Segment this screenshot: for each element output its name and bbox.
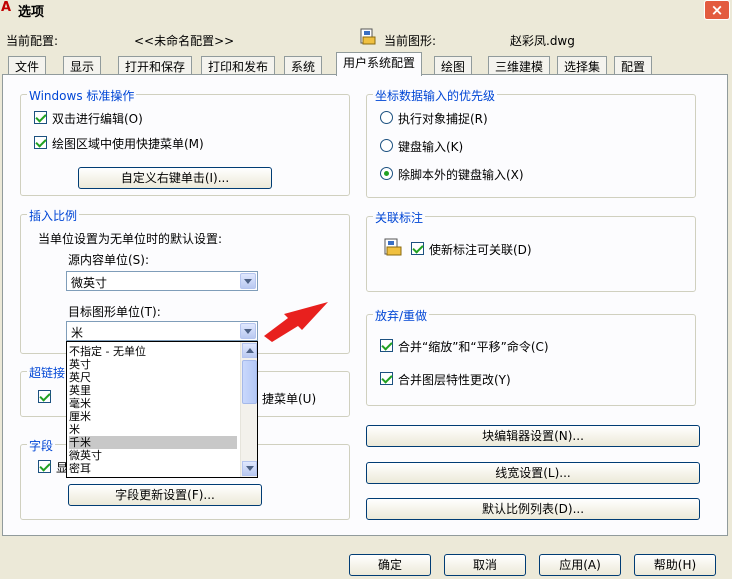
assoc-dim-label: 使新标注可关联(D) (429, 243, 532, 257)
tab-profiles[interactable]: 配置 (614, 56, 653, 75)
shortcut-menu-label: 绘图区域中使用快捷菜单(M) (52, 137, 204, 151)
insert-scale-desc: 当单位设置为无单位时的默认设置: (38, 232, 223, 246)
custom-right-click-button[interactable]: 自定义右键单击(I)... (78, 167, 272, 189)
chevron-down-icon[interactable] (240, 273, 256, 289)
current-profile-value: <<未命名配置>> (134, 34, 235, 48)
source-units-select[interactable]: 微英寸 (66, 271, 258, 291)
scroll-down-icon[interactable] (242, 461, 257, 476)
coord-priority-title: 坐标数据输入的优先级 (373, 87, 498, 104)
tab-open-save[interactable]: 打开和保存 (118, 56, 193, 75)
dropdown-option[interactable]: 英寸 (69, 358, 237, 371)
dropdown-option[interactable]: 厘米 (69, 410, 237, 423)
coord-keyboard-radio[interactable] (380, 139, 393, 152)
dropdown-option[interactable]: 毫米 (69, 397, 237, 410)
source-units-label: 源内容单位(S): (68, 253, 150, 267)
hyperlink-title: 超链接 (27, 364, 68, 381)
insert-scale-title: 插入比例 (27, 207, 80, 224)
windows-ops-title: Windows 标准操作 (27, 87, 137, 104)
current-drawing-value: 赵彩凤.dwg (510, 34, 575, 48)
dropdown-option[interactable]: 密耳 (69, 462, 237, 475)
combine-layer-changes-checkbox[interactable] (380, 372, 393, 385)
target-units-select[interactable]: 米 (66, 321, 258, 341)
ok-button[interactable]: 确定 (349, 554, 431, 576)
undo-redo-group: 放弃/重做 (366, 307, 696, 406)
title-bar: A 选项 × (0, 0, 732, 22)
dropdown-option[interactable]: 不指定 - 无单位 (69, 345, 237, 358)
dropdown-option[interactable]: 英里 (69, 384, 237, 397)
block-editor-settings-button[interactable]: 块编辑器设置(N)... (366, 425, 700, 447)
shortcut-menu-checkbox[interactable] (34, 136, 47, 149)
target-units-dropdown[interactable]: 不指定 - 无单位 英寸 英尺 英里 毫米 厘米 米 千米 微英寸 密耳 (66, 341, 258, 478)
red-arrow-icon (264, 302, 328, 342)
combine-zoom-pan-checkbox[interactable] (380, 339, 393, 352)
fields-title: 字段 (27, 437, 56, 454)
tab-user-preferences[interactable]: 用户系统配置 (336, 52, 423, 76)
cancel-button[interactable]: 取消 (444, 554, 526, 576)
tab-selection[interactable]: 选择集 (557, 56, 608, 75)
source-units-value: 微英寸 (71, 276, 108, 290)
fields-checkbox[interactable] (38, 460, 51, 473)
chevron-down-icon[interactable] (240, 323, 256, 339)
hyperlink-checkbox[interactable] (38, 390, 51, 403)
tab-drafting[interactable]: 绘图 (434, 56, 473, 75)
window-title: 选项 (18, 5, 45, 20)
dblclick-edit-label: 双击进行编辑(O) (52, 112, 143, 126)
dblclick-edit-checkbox[interactable] (34, 111, 47, 124)
tab-system[interactable]: 系统 (284, 56, 323, 75)
dropdown-option-selected[interactable]: 千米 (69, 436, 237, 449)
coord-keyboard-except-scripts-label: 除脚本外的键盘输入(X) (398, 168, 524, 182)
coord-osnap-label: 执行对象捕捉(R) (398, 112, 488, 126)
scroll-up-icon[interactable] (242, 343, 257, 358)
field-update-settings-button[interactable]: 字段更新设置(F)... (68, 484, 262, 506)
coord-keyboard-except-scripts-radio[interactable] (380, 167, 393, 180)
dropdown-option[interactable]: 微英寸 (69, 449, 237, 462)
tab-plot-publish[interactable]: 打印和发布 (201, 56, 276, 75)
hyperlink-label: 捷菜单(U) (262, 392, 317, 406)
combine-zoom-pan-label: 合并“缩放”和“平移”命令(C) (398, 340, 549, 354)
app-icon: A (1, 0, 12, 15)
drawing-file-icon (360, 28, 376, 45)
tab-3d-modeling[interactable]: 三维建模 (488, 56, 551, 75)
default-scale-list-button[interactable]: 默认比例列表(D)... (366, 498, 700, 520)
apply-button[interactable]: 应用(A) (539, 554, 621, 576)
tab-files[interactable]: 文件 (8, 56, 47, 75)
target-units-value: 米 (71, 326, 84, 340)
current-drawing-label: 当前图形: (384, 34, 437, 48)
help-button[interactable]: 帮助(H) (634, 554, 716, 576)
coord-osnap-radio[interactable] (380, 111, 393, 124)
combine-layer-changes-label: 合并图层特性更改(Y) (398, 373, 511, 387)
dimension-icon (384, 238, 402, 256)
tab-display[interactable]: 显示 (63, 56, 102, 75)
dropdown-option[interactable]: 英尺 (69, 371, 237, 384)
undo-redo-title: 放弃/重做 (373, 307, 430, 324)
scroll-thumb[interactable] (242, 360, 257, 404)
lineweight-settings-button[interactable]: 线宽设置(L)... (366, 462, 700, 484)
coord-keyboard-label: 键盘输入(K) (398, 140, 464, 154)
target-units-label: 目标图形单位(T): (68, 305, 161, 319)
dropdown-scrollbar[interactable] (240, 342, 257, 477)
assoc-dim-title: 关联标注 (373, 209, 426, 226)
current-profile-label: 当前配置: (6, 34, 59, 48)
close-button[interactable]: × (704, 0, 730, 20)
dropdown-option[interactable]: 米 (69, 423, 237, 436)
assoc-dim-checkbox[interactable] (411, 242, 424, 255)
